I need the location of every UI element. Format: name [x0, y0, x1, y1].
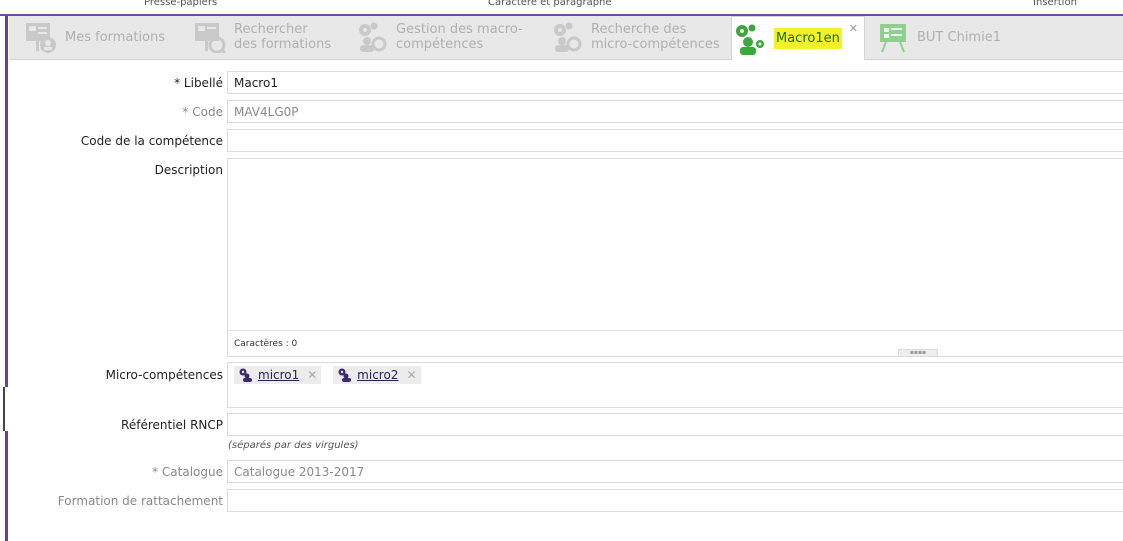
tab-macro1en[interactable]: Macro1en ✕: [731, 16, 865, 60]
rattachement-input: [227, 489, 1123, 512]
side-panel-handle[interactable]: [3, 387, 10, 431]
ribbon-group-font-paragraph: Caractère et paragraphe: [488, 0, 612, 8]
tab-gestion-macro-competences[interactable]: Gestion des macro-compétences: [354, 16, 539, 58]
ribbon-group-clipboard: Presse-papiers: [144, 0, 218, 8]
tab-rechercher-formations[interactable]: Rechercher des formations: [192, 16, 342, 58]
tab-bar: Mes formations Rechercher des formations: [9, 16, 1123, 60]
tab-label: Mes formations: [65, 29, 166, 45]
code-competence-input[interactable]: [227, 129, 1123, 152]
tab-mes-formations[interactable]: Mes formations: [23, 16, 185, 58]
close-icon[interactable]: ✕: [307, 368, 317, 382]
left-accent-bar: [5, 16, 8, 541]
rncp-hint: (séparés par des virgules): [228, 440, 359, 451]
search-formation-icon: [192, 20, 228, 54]
tab-recherche-micro-competences[interactable]: Recherche des micro-compétences: [549, 16, 734, 58]
tab-but-chimie1[interactable]: BUT Chimie1: [875, 16, 1025, 58]
formation-user-icon: [23, 20, 59, 54]
description-editor[interactable]: Caractères : 0 ▪▪▪▪: [227, 158, 1123, 357]
close-icon[interactable]: ✕: [849, 21, 858, 36]
easel-icon: [875, 20, 911, 54]
micro-chip: micro1 ✕: [234, 366, 322, 384]
rncp-input[interactable]: [227, 413, 1123, 436]
micro-competences-field[interactable]: micro1 ✕ micro2 ✕: [227, 362, 1123, 408]
tab-label: Rechercher des formations: [234, 22, 332, 52]
libelle-input[interactable]: Macro1: [227, 71, 1123, 94]
description-label: Description: [154, 163, 223, 177]
catalogue-label: * Catalogue: [152, 465, 223, 479]
char-counter: Caractères : 0: [228, 330, 1123, 356]
gears-people-icon: [354, 20, 390, 54]
ribbon-group-labels: Presse-papiers Caractère et paragraphe I…: [0, 0, 1123, 16]
ribbon-group-insert: Insertion: [1033, 0, 1077, 8]
tab-label: Macro1en: [774, 28, 842, 49]
micro-chip: micro2 ✕: [333, 366, 421, 384]
gears-search-icon: [549, 20, 585, 54]
rncp-label: Référentiel RNCP: [121, 418, 223, 432]
tab-label: BUT Chimie1: [917, 29, 1001, 45]
micro-chip-link[interactable]: micro1: [258, 368, 299, 382]
gear-person-icon: [238, 368, 254, 382]
code-competence-label: Code de la compétence: [80, 134, 223, 148]
code-input: MAV4LG0P: [227, 100, 1123, 123]
gear-person-icon: [732, 22, 768, 56]
micro-competences-label: Micro-compétences: [105, 368, 223, 382]
tab-label: Gestion des macro-compétences: [396, 22, 523, 52]
micro-chip-link[interactable]: micro2: [357, 368, 398, 382]
close-icon[interactable]: ✕: [406, 368, 416, 382]
tab-label: Recherche des micro-compétences: [591, 22, 720, 52]
resize-handle[interactable]: ▪▪▪▪: [898, 349, 938, 357]
catalogue-input: Catalogue 2013-2017: [227, 460, 1123, 483]
libelle-label: * Libellé: [174, 76, 223, 90]
rattachement-label: Formation de rattachement: [57, 494, 223, 508]
code-label: * Code: [182, 105, 223, 119]
gear-person-icon: [337, 368, 353, 382]
